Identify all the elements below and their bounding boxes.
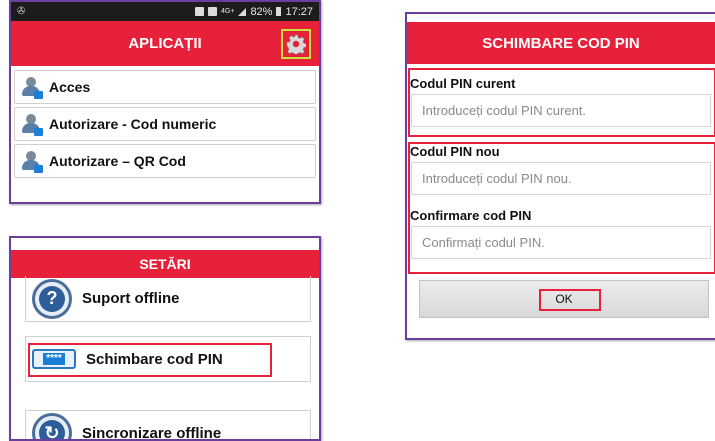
app-item-autorizare-qr-cod[interactable]: Autorizare – QR Cod (14, 144, 316, 178)
settings-button[interactable] (281, 29, 311, 59)
app-item-label: Autorizare – QR Cod (49, 153, 186, 169)
user-numeric-code-icon (19, 112, 43, 136)
settings-item-label: Sincronizare offline (82, 425, 221, 441)
page-title: APLICAȚII (128, 35, 201, 52)
user-qr-code-icon (19, 149, 43, 173)
settings-item-label: Suport offline (82, 290, 180, 307)
battery-percent: 82% (250, 6, 272, 18)
battery-icon (276, 7, 281, 16)
change-pin-header: SCHIMBARE COD PIN (407, 22, 715, 64)
page-title: SCHIMBARE COD PIN (482, 35, 640, 52)
apps-screen: ✇ 4G+ 82% 17:27 APLICAȚII Acces Autoriza… (9, 0, 321, 204)
change-pin-screen: SCHIMBARE COD PIN Codul PIN curent Intro… (405, 12, 715, 340)
settings-header: SETĂRI (11, 250, 319, 278)
status-signal-icon: ✇ (17, 6, 37, 17)
highlight-box (408, 68, 715, 137)
signal-icon (238, 8, 246, 16)
notification-icon (195, 7, 204, 16)
user-access-icon (19, 75, 43, 99)
app-item-autorizare-cod-numeric[interactable]: Autorizare - Cod numeric (14, 107, 316, 141)
app-item-label: Autorizare - Cod numeric (49, 116, 216, 132)
app-item-acces[interactable]: Acces (14, 70, 316, 104)
sync-icon: ↻ (32, 413, 72, 441)
settings-item-suport-offline[interactable]: ? Suport offline (25, 276, 311, 322)
app-item-label: Acces (49, 79, 90, 95)
settings-item-sincronizare-offline[interactable]: ↻ Sincronizare offline (25, 410, 311, 441)
clock: 17:27 (285, 6, 313, 18)
apps-header: APLICAȚII (11, 21, 319, 66)
page-title: SETĂRI (139, 256, 190, 272)
highlight-box (408, 142, 715, 274)
highlight-box (28, 343, 272, 377)
highlight-box (539, 289, 601, 311)
network-type: 4G+ (221, 8, 234, 15)
gear-icon (286, 34, 306, 54)
status-bar: ✇ 4G+ 82% 17:27 (11, 2, 319, 21)
notification-icon (208, 7, 217, 16)
settings-screen: SETĂRI ? Suport offline **** Schimbare c… (9, 236, 321, 441)
help-icon: ? (32, 279, 72, 319)
